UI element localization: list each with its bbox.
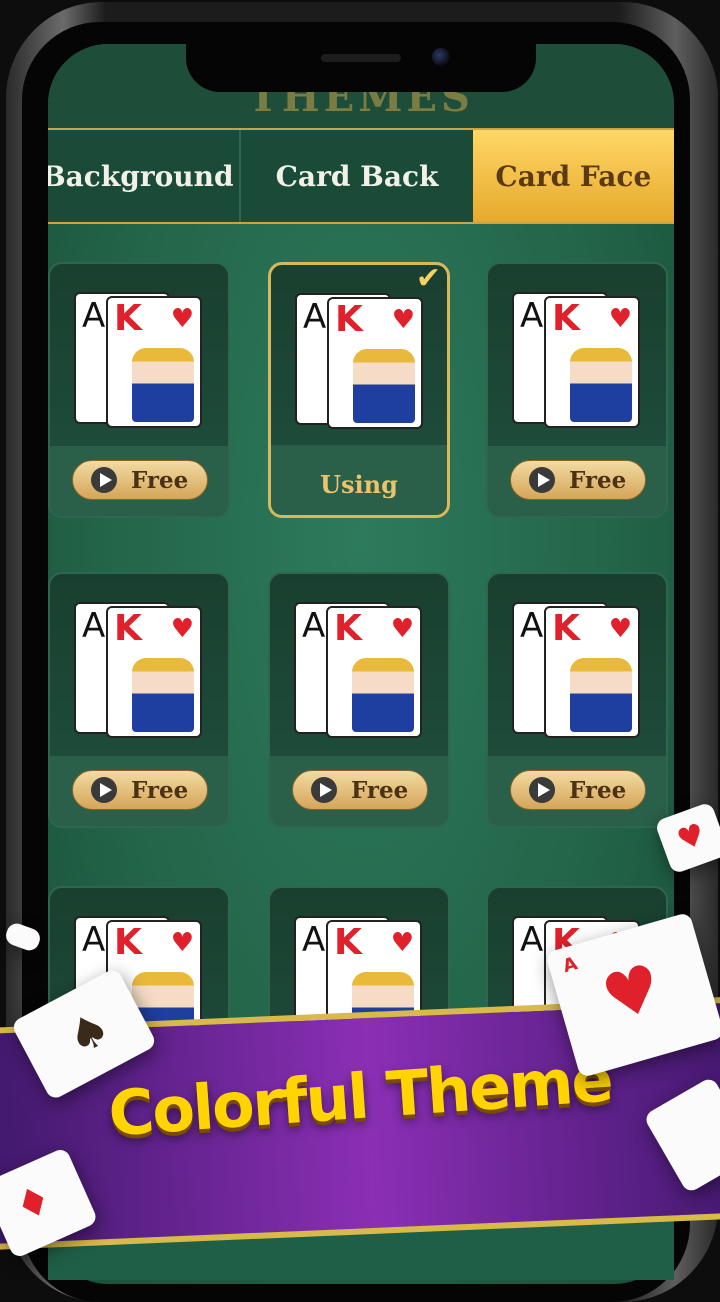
card-rank: K	[114, 298, 142, 339]
phone-notch	[186, 30, 536, 92]
tab-card-back-label: Card Back	[275, 159, 439, 193]
tab-card-back[interactable]: Card Back	[239, 130, 472, 222]
play-icon	[529, 777, 555, 803]
king-illustration	[132, 658, 194, 732]
heart-icon: ♥	[594, 950, 671, 1038]
play-icon	[91, 777, 117, 803]
camera-icon	[432, 48, 450, 66]
king-illustration	[570, 348, 632, 422]
card-preview: AK♥	[74, 288, 214, 428]
card-preview: AK♥	[294, 598, 434, 738]
heart-icon: ♥	[391, 305, 415, 335]
card-preview: AK♥	[512, 598, 652, 738]
king-illustration	[132, 348, 194, 422]
card-rank: K	[334, 922, 362, 963]
spade-icon: ♠	[57, 999, 120, 1067]
card-preview: AK♥	[512, 288, 652, 428]
card-rank: A	[303, 297, 327, 337]
free-button[interactable]: Free	[72, 770, 208, 810]
card-face-tile[interactable]: A K ♥ Free	[486, 262, 668, 518]
heart-icon: ♥	[608, 614, 632, 644]
king-card: K♥	[106, 296, 202, 428]
diamond-icon: ♦	[7, 1175, 60, 1232]
tab-background-label: Background	[48, 159, 234, 193]
king-card: K♥	[544, 296, 640, 428]
card-face-tile[interactable]: A K ♥ Free	[486, 572, 668, 828]
card-rank: A	[302, 606, 326, 646]
king-card: K♥	[327, 297, 423, 429]
heart-icon: ♥	[170, 928, 194, 958]
free-button[interactable]: Free	[510, 460, 646, 500]
card-rank: A	[82, 606, 106, 646]
free-button-label: Free	[351, 776, 409, 804]
card-preview: AK♥	[74, 598, 214, 738]
heart-icon: ♥	[170, 304, 194, 334]
king-card: K♥	[326, 606, 422, 738]
heart-icon: ♥	[390, 928, 414, 958]
free-button-label: Free	[131, 466, 189, 494]
card-rank: K	[114, 922, 142, 963]
free-button-label: Free	[569, 776, 627, 804]
tab-card-face[interactable]: Card Face	[472, 130, 674, 222]
free-button-label: Free	[569, 466, 627, 494]
free-button[interactable]: Free	[292, 770, 428, 810]
card-rank: A	[560, 953, 580, 978]
heart-icon: ♥	[608, 304, 632, 334]
card-rank: K	[552, 608, 580, 649]
king-illustration	[353, 349, 415, 423]
card-rank: K	[552, 298, 580, 339]
speaker-grille	[321, 54, 401, 62]
free-button-label: Free	[131, 776, 189, 804]
using-label: Using	[320, 470, 398, 499]
card-rank: A	[302, 920, 326, 960]
card-rank: K	[114, 608, 142, 649]
heart-icon: ♥	[672, 816, 710, 859]
heart-icon: ♥	[170, 614, 194, 644]
play-icon	[311, 777, 337, 803]
card-preview: AK♥	[295, 289, 435, 429]
card-face-tile[interactable]: A K ♥ Free	[48, 572, 230, 828]
king-card: K♥	[106, 606, 202, 738]
card-rank: A	[82, 920, 106, 960]
tab-card-face-label: Card Face	[495, 159, 652, 193]
theme-tabs: Background Card Back Card Face	[48, 128, 674, 224]
king-illustration	[570, 658, 632, 732]
king-card: K♥	[544, 606, 640, 738]
tab-background[interactable]: Background	[48, 130, 239, 222]
card-rank: A	[82, 296, 106, 336]
card-face-tile[interactable]: A K ♥ ✔ Using	[268, 262, 450, 518]
play-icon	[91, 467, 117, 493]
heart-icon: ♥	[390, 614, 414, 644]
check-icon: ✔	[415, 262, 441, 296]
free-button[interactable]: Free	[72, 460, 208, 500]
card-rank: K	[335, 299, 363, 340]
card-rank: K	[334, 608, 362, 649]
king-illustration	[352, 658, 414, 732]
card-rank: A	[520, 920, 544, 960]
play-icon	[529, 467, 555, 493]
card-face-tile[interactable]: A K ♥ Free	[268, 572, 450, 828]
card-rank: A	[520, 296, 544, 336]
card-rank: A	[520, 606, 544, 646]
free-button[interactable]: Free	[510, 770, 646, 810]
card-face-tile[interactable]: A K ♥ Free	[48, 262, 230, 518]
